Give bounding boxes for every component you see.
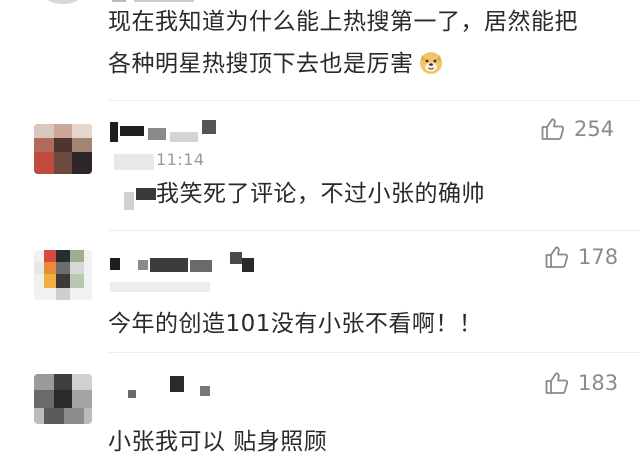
blurred-date	[110, 282, 210, 292]
comment-text: 各种明星热搜顶下去也是厉害	[108, 51, 414, 77]
avatar[interactable]	[34, 250, 92, 300]
username-blurred[interactable]	[110, 252, 260, 278]
blurred-date	[114, 154, 154, 170]
doge-emoji-icon	[419, 52, 442, 74]
like-button[interactable]: 183	[544, 370, 618, 396]
comment-time: 11:14	[156, 150, 205, 169]
divider	[108, 352, 640, 353]
avatar[interactable]	[34, 124, 92, 174]
like-count: 254	[574, 117, 615, 141]
comment-text-line: 现在我知道为什么能上热搜第一了，居然能把	[108, 9, 578, 35]
divider	[108, 100, 640, 101]
username-blurred[interactable]	[110, 370, 220, 398]
divider	[108, 230, 640, 231]
comment-feed: 现在我知道为什么能上热搜第一了，居然能把 各种明星热搜顶下去也是厉害 11:14…	[0, 0, 640, 469]
comment-text: 我笑死了评论，不过小张的确帅	[156, 181, 485, 207]
avatar[interactable]	[34, 0, 92, 4]
comment-text-line: 各种明星热搜顶下去也是厉害	[108, 46, 444, 82]
like-count: 183	[578, 371, 619, 395]
like-button[interactable]: 178	[544, 244, 618, 270]
comment-text: 今年的创造101没有小张不看啊！！	[108, 311, 483, 337]
like-count: 178	[578, 245, 619, 269]
like-button[interactable]: 254	[540, 116, 614, 142]
username-blurred[interactable]	[110, 120, 230, 146]
thumbs-up-icon	[541, 118, 565, 140]
comment-text: 小张我可以 贴身照顾	[108, 429, 328, 455]
thumbs-up-icon	[545, 246, 569, 268]
blurred-prefix	[124, 188, 158, 212]
thumbs-up-icon	[545, 372, 569, 394]
avatar[interactable]	[34, 374, 92, 424]
